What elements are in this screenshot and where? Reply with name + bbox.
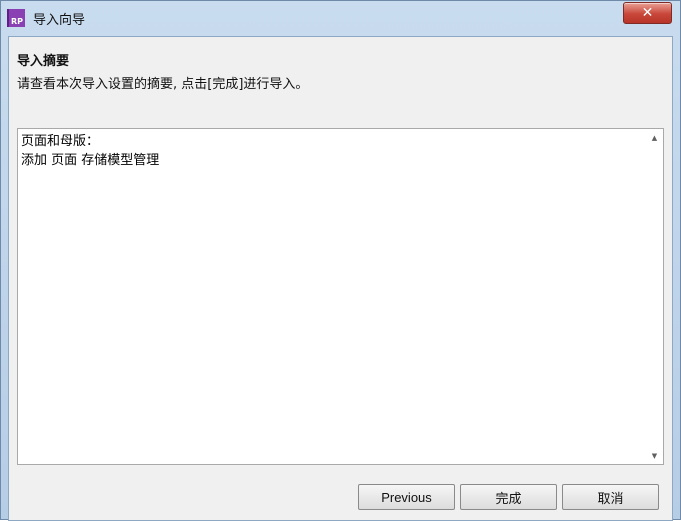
summary-textarea[interactable]: 页面和母版： 添加 页面 存储模型管理 ▲ ▼	[17, 128, 664, 465]
scroll-up-icon[interactable]: ▲	[646, 129, 663, 146]
previous-button[interactable]: Previous	[358, 484, 455, 510]
vertical-scrollbar[interactable]: ▲ ▼	[646, 129, 663, 464]
wizard-body: 导入摘要 请查看本次导入设置的摘要, 点击[完成]进行导入。 页面和母版： 添加…	[8, 36, 673, 521]
app-icon: RP	[7, 9, 25, 27]
import-wizard-window: RP 导入向导 ✕ 导入摘要 请查看本次导入设置的摘要, 点击[完成]进行导入。…	[0, 0, 681, 521]
page-description: 请查看本次导入设置的摘要, 点击[完成]进行导入。	[17, 77, 309, 92]
title-bar[interactable]: RP 导入向导 ✕	[1, 1, 680, 35]
summary-text: 页面和母版： 添加 页面 存储模型管理	[21, 134, 160, 168]
page-title: 导入摘要	[17, 54, 70, 69]
close-icon: ✕	[641, 5, 654, 21]
wizard-header: 导入摘要 请查看本次导入设置的摘要, 点击[完成]进行导入。	[9, 37, 672, 93]
window-title: 导入向导	[33, 13, 86, 28]
finish-button[interactable]: 完成	[460, 484, 557, 510]
cancel-button[interactable]: 取消	[562, 484, 659, 510]
scroll-down-icon[interactable]: ▼	[646, 447, 663, 464]
close-button[interactable]: ✕	[623, 2, 672, 24]
